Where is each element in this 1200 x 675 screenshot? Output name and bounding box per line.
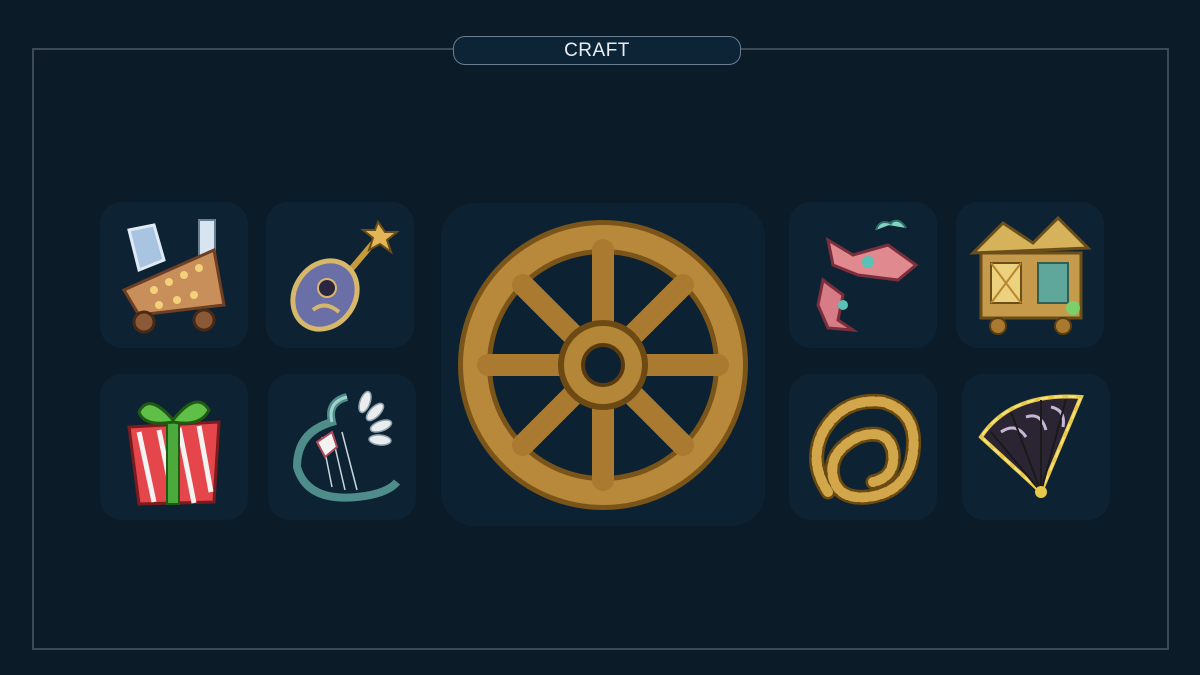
wheel-icon (458, 219, 748, 510)
folding-fan-icon (978, 394, 1084, 498)
item-slot-wheel[interactable] (441, 203, 765, 526)
gift-box-icon (127, 400, 221, 506)
item-slot-harp[interactable] (268, 374, 416, 520)
item-slot-crown-ornament[interactable] (789, 202, 937, 348)
item-slot-wagon[interactable] (100, 202, 248, 348)
crown-ornament-icon (816, 219, 919, 332)
craft-screen: CRAFT (0, 0, 1200, 675)
lantern-house-icon (969, 215, 1092, 335)
lute-icon (290, 219, 400, 332)
harp-icon (292, 390, 401, 502)
item-slot-rope-coil[interactable] (789, 374, 937, 520)
item-slot-lantern-house[interactable] (956, 202, 1104, 348)
panel-title: CRAFT (453, 36, 741, 65)
wagon-icon (121, 219, 226, 334)
item-slot-lute[interactable] (266, 202, 414, 348)
item-slot-gift-box[interactable] (100, 374, 248, 520)
rope-coil-icon (809, 393, 922, 505)
item-slot-folding-fan[interactable] (962, 374, 1110, 520)
